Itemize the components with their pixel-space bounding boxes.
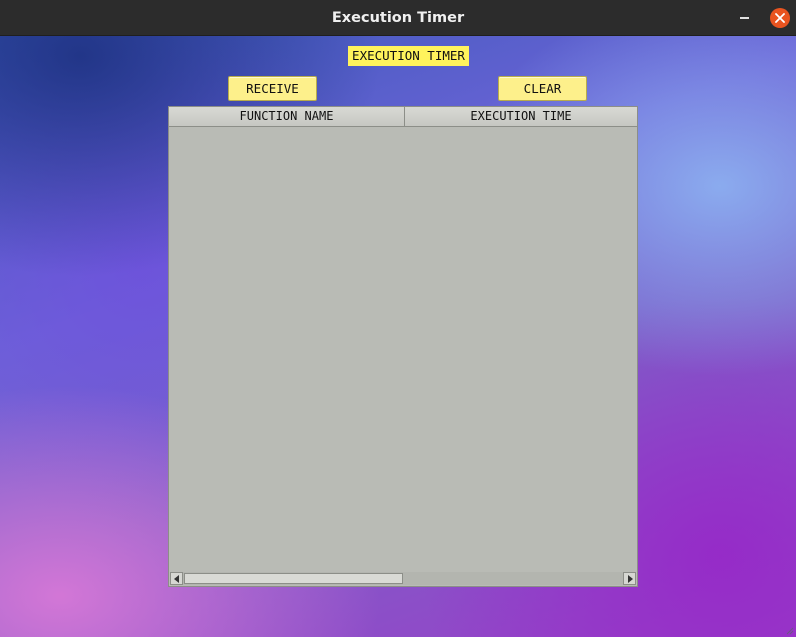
- arrow-right-icon[interactable]: [623, 572, 636, 585]
- close-x-glyph: [775, 13, 785, 23]
- main-content: EXECUTION TIMER RECEIVE CLEAR FUNCTION N…: [0, 36, 796, 637]
- arrow-right-glyph: [628, 575, 633, 583]
- app-window: Execution Timer EXECUTION TIMER RECEIVE …: [0, 0, 796, 637]
- window-title: Execution Timer: [331, 10, 465, 26]
- arrow-left-glyph: [174, 575, 179, 583]
- receive-button[interactable]: RECEIVE: [228, 76, 317, 101]
- table-header: FUNCTION NAME EXECUTION TIME: [169, 107, 637, 127]
- clear-button[interactable]: CLEAR: [498, 76, 587, 101]
- close-icon[interactable]: [770, 8, 790, 28]
- horizontal-scrollbar[interactable]: [170, 572, 636, 585]
- table-body[interactable]: [169, 127, 637, 572]
- resize-grip-icon[interactable]: [784, 625, 794, 635]
- arrow-left-icon[interactable]: [170, 572, 183, 585]
- app-heading: EXECUTION TIMER: [348, 46, 469, 66]
- scrollbar-thumb[interactable]: [184, 573, 403, 584]
- title-bar[interactable]: Execution Timer: [0, 0, 796, 36]
- column-header-function-name[interactable]: FUNCTION NAME: [169, 107, 405, 126]
- column-header-execution-time[interactable]: EXECUTION TIME: [405, 107, 637, 126]
- results-table: FUNCTION NAME EXECUTION TIME: [168, 106, 638, 587]
- minimize-icon[interactable]: [740, 17, 749, 19]
